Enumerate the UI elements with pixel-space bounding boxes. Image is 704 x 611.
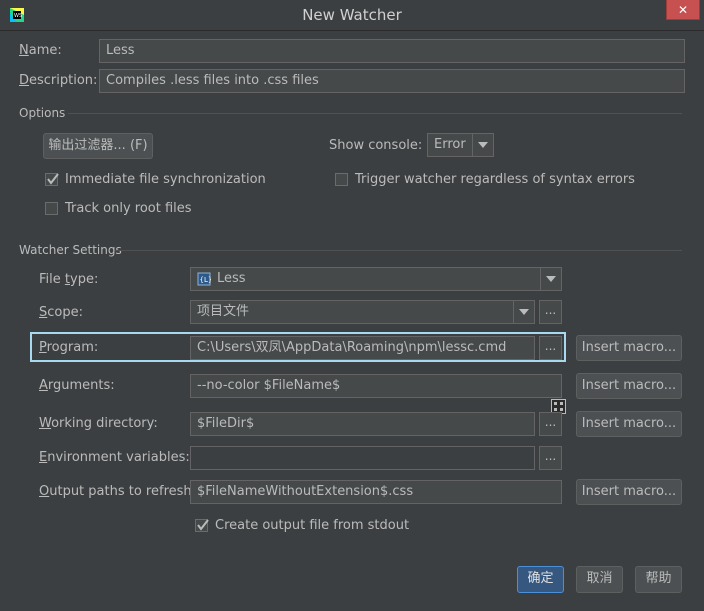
output-paths-label: Output paths to refresh: xyxy=(39,484,197,499)
program-browse-button[interactable]: ... xyxy=(539,336,562,360)
file-type-select[interactable]: {L} Less xyxy=(190,267,562,291)
trigger-watcher-checkbox[interactable] xyxy=(335,173,348,186)
options-section-label: Options xyxy=(19,106,66,120)
scope-browse-button[interactable]: ... xyxy=(539,300,562,324)
environment-variables-browse-button[interactable]: ... xyxy=(539,446,562,470)
chevron-down-icon xyxy=(513,301,534,323)
track-root-label: Track only root files xyxy=(65,201,192,216)
window-title: New Watcher xyxy=(302,6,402,24)
close-icon: ✕ xyxy=(677,2,689,17)
file-type-label: File type: xyxy=(39,272,99,287)
working-directory-insert-macro-button[interactable]: Insert macro... xyxy=(576,411,682,437)
working-directory-field[interactable]: $FileDir$ xyxy=(190,412,535,436)
show-console-label: Show console: xyxy=(329,138,423,153)
working-directory-label: Working directory: xyxy=(39,416,158,431)
create-output-checkbox[interactable] xyxy=(195,519,209,532)
less-file-icon: {L} xyxy=(197,272,212,290)
description-field[interactable]: Compiles .less files into .css files xyxy=(99,69,685,93)
output-filters-button[interactable]: 输出过滤器... (F) xyxy=(43,133,153,159)
trigger-watcher-label: Trigger watcher regardless of syntax err… xyxy=(355,172,635,187)
track-root-checkbox[interactable] xyxy=(45,202,58,215)
checkmark-icon xyxy=(47,173,59,185)
output-paths-field[interactable]: $FileNameWithoutExtension$.css xyxy=(190,480,562,504)
chevron-down-icon xyxy=(540,268,561,290)
immediate-sync-checkbox[interactable] xyxy=(45,173,59,186)
options-separator xyxy=(68,113,682,114)
working-directory-browse-button[interactable]: ... xyxy=(539,412,562,436)
program-insert-macro-button[interactable]: Insert macro... xyxy=(576,335,682,361)
watcher-settings-separator xyxy=(115,250,682,251)
environment-variables-field[interactable] xyxy=(190,446,535,470)
immediate-sync-label: Immediate file synchronization xyxy=(65,172,266,187)
name-field[interactable]: Less xyxy=(99,39,685,63)
description-label: Description: xyxy=(19,73,98,88)
title-bar: WS New Watcher ✕ xyxy=(0,0,704,31)
name-label: Name: xyxy=(19,43,62,58)
chevron-down-icon xyxy=(472,134,493,156)
checkmark-icon xyxy=(197,519,209,531)
scope-label: Scope: xyxy=(39,305,83,320)
help-button[interactable]: 帮助 xyxy=(635,566,682,593)
cancel-button[interactable]: 取消 xyxy=(576,566,623,593)
watcher-settings-section-label: Watcher Settings xyxy=(19,243,122,257)
create-output-label: Create output file from stdout xyxy=(215,518,410,533)
environment-variables-label: Environment variables: xyxy=(39,450,190,465)
output-paths-insert-macro-button[interactable]: Insert macro... xyxy=(576,479,682,505)
arguments-field[interactable]: --no-color $FileName$ xyxy=(190,374,562,398)
ok-button[interactable]: 确定 xyxy=(517,566,564,593)
arguments-label: Arguments: xyxy=(39,378,115,393)
arguments-insert-macro-button[interactable]: Insert macro... xyxy=(576,373,682,399)
close-button[interactable]: ✕ xyxy=(666,0,700,20)
program-field[interactable]: C:\Users\双凤\AppData\Roaming\npm\lessc.cm… xyxy=(190,336,535,360)
scope-select[interactable]: 项目文件 xyxy=(190,300,535,324)
program-label: Program: xyxy=(39,340,99,355)
svg-text:{L}: {L} xyxy=(200,276,212,284)
show-console-select[interactable]: Error xyxy=(427,133,494,157)
